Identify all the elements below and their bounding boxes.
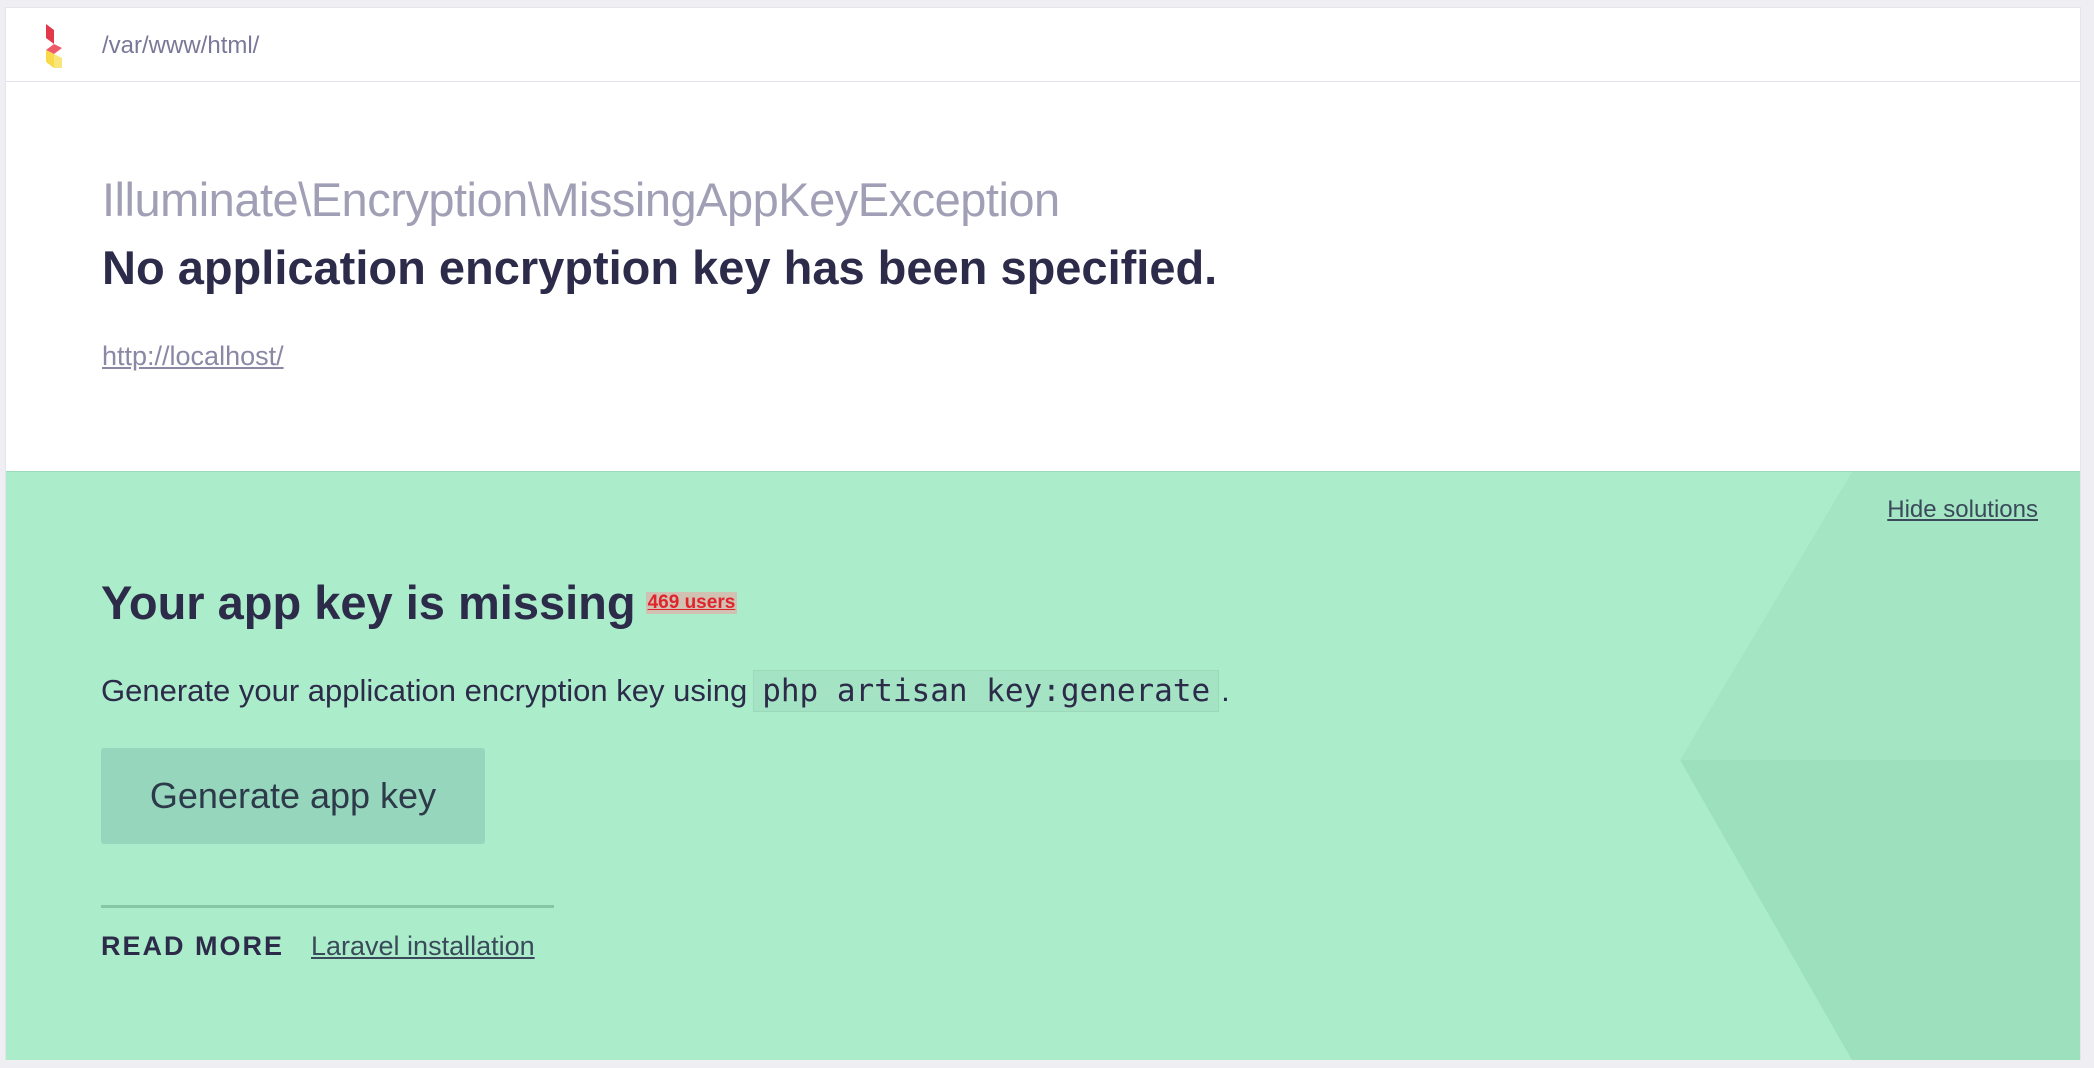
users-badge[interactable]: 469 users [645,591,738,614]
flare-logo-icon [46,24,62,68]
top-bar: /var/www/html/ [6,8,2080,82]
command-code: php artisan key:generate [753,670,1220,712]
solution-description: Generate your application encryption key… [101,670,1230,712]
generate-app-key-button[interactable]: Generate app key [101,748,485,844]
decorative-shape-icon [1680,472,2080,1060]
solution-panel: Hide solutions Your app key is missing 46… [6,471,2080,1060]
solution-title-text: Your app key is missing [101,576,636,629]
exception-message: No application encryption key has been s… [102,241,1218,294]
description-suffix: . [1221,673,1230,708]
hide-solutions-button[interactable]: Hide solutions [1887,496,2038,524]
exception-class: Illuminate\Encryption\MissingAppKeyExcep… [102,172,1060,227]
read-more-label: READ MORE [101,931,285,961]
description-text: Generate your application encryption key… [101,673,748,708]
solution-title: Your app key is missing 469 users [101,575,738,630]
exception-namespace: Illuminate\Encryption\ [102,173,541,226]
request-url-link[interactable]: http://localhost/ [102,341,284,372]
project-path: /var/www/html/ [102,32,260,59]
read-more-divider [101,905,554,908]
error-page: /var/www/html/ Illuminate\Encryption\Mis… [5,7,2081,1060]
exception-class-name: MissingAppKeyException [540,173,1060,226]
laravel-installation-link[interactable]: Laravel installation [311,931,535,962]
